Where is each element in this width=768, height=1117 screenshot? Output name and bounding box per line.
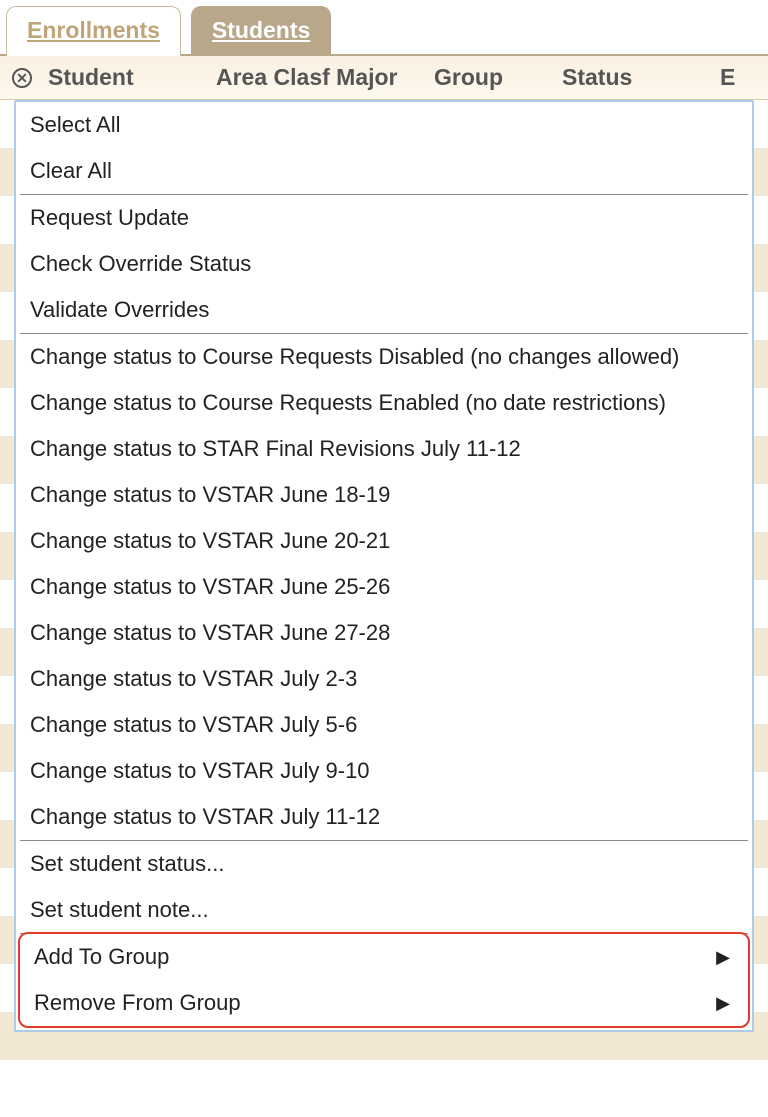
menu-item-label: Remove From Group	[34, 990, 241, 1016]
menu-item-set-student-note[interactable]: Set student note...	[16, 887, 752, 933]
menu-item-change-status[interactable]: Change status to VSTAR July 11-12	[16, 794, 752, 840]
chevron-right-icon: ▶	[716, 947, 730, 968]
menu-item-label: Change status to VSTAR June 20-21	[30, 528, 390, 554]
menu-item-change-status[interactable]: Change status to VSTAR July 9-10	[16, 748, 752, 794]
tab-enrollments[interactable]: Enrollments	[6, 6, 181, 56]
menu-item-label: Change status to VSTAR June 27-28	[30, 620, 390, 646]
highlight-annotation: Add To Group ▶ Remove From Group ▶	[18, 932, 750, 1028]
menu-item-label: Add To Group	[34, 944, 169, 970]
tab-students-label: Students	[212, 17, 310, 43]
tab-students[interactable]: Students	[191, 6, 331, 56]
column-header-student[interactable]: Student	[48, 64, 208, 91]
menu-item-label: Request Update	[30, 205, 189, 231]
menu-item-label: Change status to STAR Final Revisions Ju…	[30, 436, 521, 462]
column-header-e[interactable]: E	[720, 64, 735, 91]
menu-item-label: Check Override Status	[30, 251, 251, 277]
menu-item-change-status[interactable]: Change status to Course Requests Disable…	[16, 334, 752, 380]
tab-enrollments-label: Enrollments	[27, 17, 160, 43]
tab-strip: Enrollments Students	[0, 0, 768, 56]
menu-item-validate-overrides[interactable]: Validate Overrides	[16, 287, 752, 333]
menu-item-label: Change status to VSTAR July 11-12	[30, 804, 380, 830]
menu-item-label: Change status to VSTAR July 9-10	[30, 758, 370, 784]
menu-item-label: Change status to VSTAR June 18-19	[30, 482, 390, 508]
menu-item-set-student-status[interactable]: Set student status...	[16, 841, 752, 887]
menu-item-change-status[interactable]: Change status to VSTAR June 25-26	[16, 564, 752, 610]
menu-item-select-all[interactable]: Select All	[16, 102, 752, 148]
menu-item-label: Change status to VSTAR June 25-26	[30, 574, 390, 600]
menu-item-label: Select All	[30, 112, 121, 138]
column-header-group[interactable]: Group	[434, 64, 554, 91]
menu-item-clear-all[interactable]: Clear All	[16, 148, 752, 194]
menu-item-request-update[interactable]: Request Update	[16, 195, 752, 241]
menu-item-change-status[interactable]: Change status to VSTAR June 27-28	[16, 610, 752, 656]
menu-item-check-override-status[interactable]: Check Override Status	[16, 241, 752, 287]
chevron-right-icon: ▶	[716, 993, 730, 1014]
menu-item-change-status[interactable]: Change status to VSTAR July 2-3	[16, 656, 752, 702]
menu-item-change-status[interactable]: Change status to STAR Final Revisions Ju…	[16, 426, 752, 472]
menu-item-label: Validate Overrides	[30, 297, 209, 323]
close-icon[interactable]: ✕	[12, 68, 40, 88]
column-header-area-clasf-major[interactable]: Area Clasf Major	[216, 64, 426, 91]
table-row	[0, 1060, 768, 1108]
menu-item-label: Change status to Course Requests Enabled…	[30, 390, 666, 416]
menu-item-label: Set student note...	[30, 897, 209, 923]
menu-item-remove-from-group[interactable]: Remove From Group ▶	[20, 980, 748, 1026]
column-header-row: ✕ Student Area Clasf Major Group Status …	[0, 56, 768, 100]
menu-item-change-status[interactable]: Change status to VSTAR July 5-6	[16, 702, 752, 748]
menu-item-add-to-group[interactable]: Add To Group ▶	[20, 934, 748, 980]
menu-item-change-status[interactable]: Change status to Course Requests Enabled…	[16, 380, 752, 426]
column-header-status[interactable]: Status	[562, 64, 712, 91]
menu-item-label: Set student status...	[30, 851, 224, 877]
table-body: Select All Clear All Request Update Chec…	[0, 100, 768, 1108]
menu-item-change-status[interactable]: Change status to VSTAR June 18-19	[16, 472, 752, 518]
menu-item-label: Change status to VSTAR July 2-3	[30, 666, 357, 692]
menu-item-label: Change status to Course Requests Disable…	[30, 344, 679, 370]
context-menu: Select All Clear All Request Update Chec…	[14, 100, 754, 1032]
menu-item-label: Clear All	[30, 158, 112, 184]
menu-item-label: Change status to VSTAR July 5-6	[30, 712, 357, 738]
menu-item-change-status[interactable]: Change status to VSTAR June 20-21	[16, 518, 752, 564]
